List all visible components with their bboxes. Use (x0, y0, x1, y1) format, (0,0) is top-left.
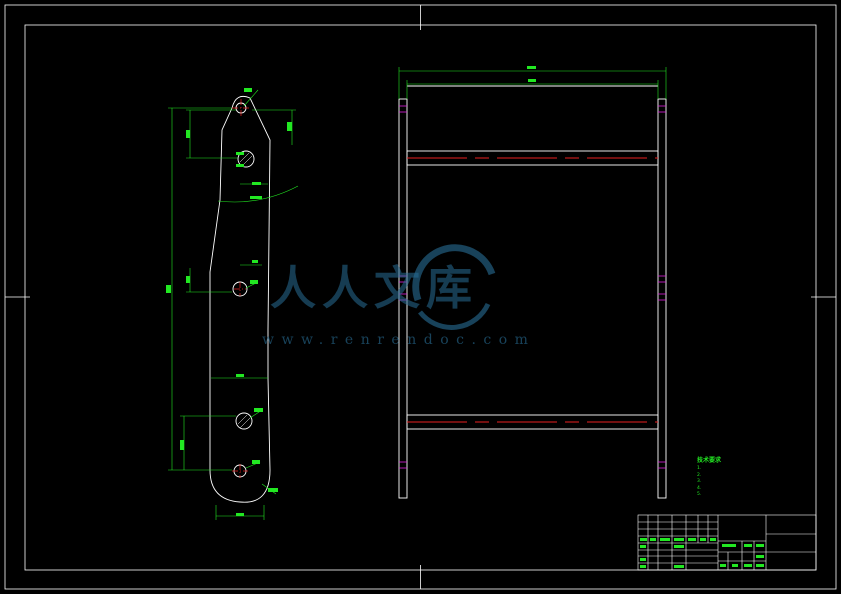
technical-notes: 技术要求 1. 2. 3. 4. 5. (697, 457, 722, 498)
notes-title: 技术要求 (697, 457, 722, 464)
watermark-url: www.renrendoc.com (262, 332, 536, 348)
frame-dimensions (398, 67, 667, 99)
link-plate-view (209, 95, 271, 503)
notes-line: 5. (697, 492, 702, 498)
frame-dimension-values (527, 66, 536, 82)
title-block (637, 514, 817, 571)
watermark-text: 人人文库 (270, 261, 478, 315)
title-block-cell-text (640, 538, 764, 568)
